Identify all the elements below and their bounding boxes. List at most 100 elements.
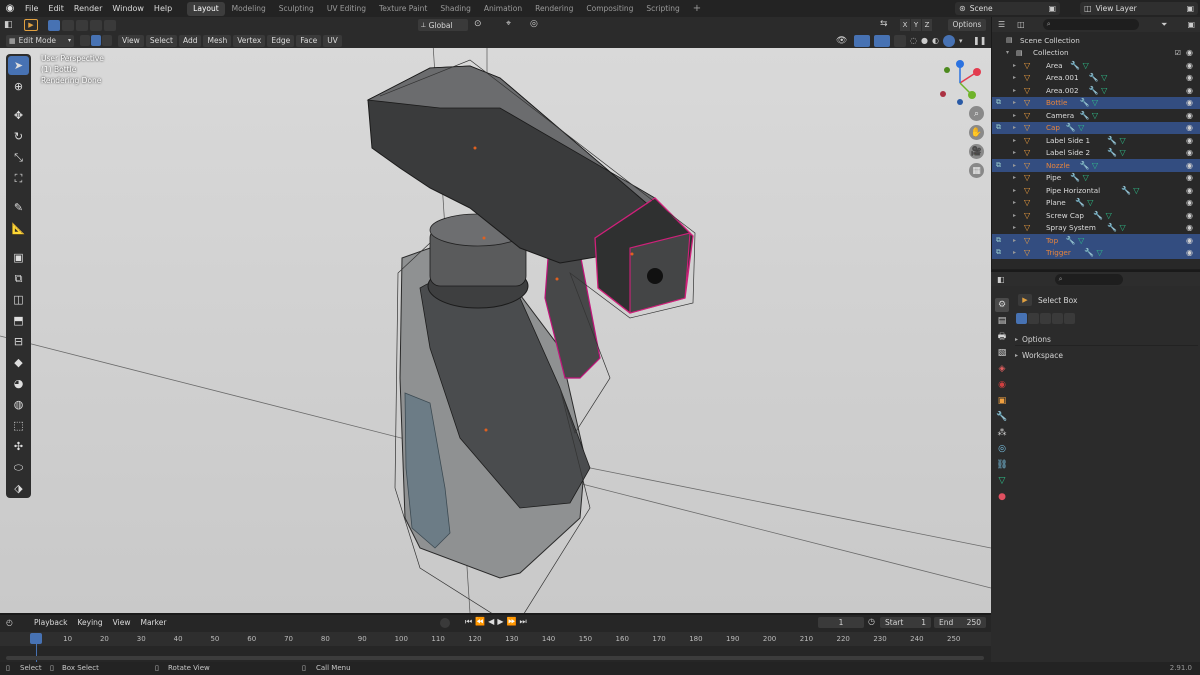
- expand-icon[interactable]: ▸: [1013, 99, 1016, 106]
- outliner-item[interactable]: ▸ ▽ Label Side 1 ◉ 🔧 ▽: [992, 134, 1200, 147]
- outliner-item[interactable]: ▸ ▽ Plane ◉ 🔧 ▽: [992, 197, 1200, 210]
- mode-invert-button[interactable]: [1052, 313, 1063, 324]
- edge-select-icon[interactable]: [91, 35, 101, 46]
- menu-render[interactable]: Render: [69, 0, 107, 17]
- copy-icon[interactable]: ▣: [1048, 4, 1056, 13]
- outliner-scene-collection[interactable]: ▤ Scene Collection: [992, 34, 1200, 47]
- xray-icon[interactable]: [894, 34, 906, 47]
- snap-icon[interactable]: ⌖: [506, 19, 511, 29]
- scene-tab-icon[interactable]: ◈: [995, 362, 1009, 376]
- view-layer-tab-icon[interactable]: ▧: [995, 346, 1009, 360]
- select-mode-intersect-icon[interactable]: [104, 19, 116, 31]
- annotate-tool[interactable]: ✎: [8, 198, 29, 217]
- edit-mode-toggle-icon[interactable]: ⧉: [996, 123, 1001, 132]
- select-box-tool-icon[interactable]: ▶: [24, 19, 38, 31]
- eye-icon[interactable]: ◉: [1186, 211, 1193, 220]
- shrink-fatten-tool[interactable]: ⬭: [8, 458, 29, 477]
- shading-solid-icon[interactable]: ●: [921, 36, 932, 45]
- expand-icon[interactable]: ▸: [1013, 162, 1016, 169]
- add-cube-tool[interactable]: ▣: [8, 248, 29, 267]
- expand-icon[interactable]: ▸: [1013, 224, 1016, 231]
- tab-shading[interactable]: Shading: [434, 2, 476, 16]
- options-dropdown[interactable]: Options: [948, 19, 986, 31]
- menu-vertex[interactable]: Vertex: [233, 34, 266, 47]
- copy-icon[interactable]: ▣: [1186, 4, 1194, 13]
- data-tab-icon[interactable]: ▽: [995, 474, 1009, 488]
- timeline-editor-icon[interactable]: ◴: [6, 618, 28, 627]
- playhead[interactable]: [30, 633, 42, 644]
- expand-icon[interactable]: ▸: [1013, 187, 1016, 194]
- constraints-tab-icon[interactable]: ⛓: [995, 458, 1009, 472]
- outliner-item[interactable]: ▸ ▽ Pipe Horizontal ◉ 🔧 ▽: [992, 184, 1200, 197]
- menu-keying[interactable]: Keying: [73, 617, 106, 629]
- expand-icon[interactable]: ▸: [1013, 149, 1016, 156]
- eye-icon[interactable]: ◉: [1186, 98, 1193, 107]
- visibility-icon[interactable]: 👁: [836, 36, 854, 46]
- tab-scripting[interactable]: Scripting: [640, 2, 685, 16]
- face-select-icon[interactable]: [102, 35, 112, 46]
- menu-mesh[interactable]: Mesh: [203, 34, 232, 47]
- scene-selector[interactable]: ⊛ Scene ▣: [955, 2, 1060, 15]
- checkbox-icon[interactable]: ☑: [1175, 49, 1181, 57]
- menu-view[interactable]: View: [118, 34, 144, 47]
- 3d-viewport[interactable]: User Perspective (1) Bottle Rendering Do…: [0, 48, 991, 613]
- navigation-gizmo[interactable]: [937, 60, 983, 106]
- outliner-item[interactable]: ▸ ▽ Screw Cap ◉ 🔧 ▽: [992, 209, 1200, 222]
- transform-orientation-dropdown[interactable]: ⟂ Global: [418, 19, 468, 31]
- outliner-collection[interactable]: ▾ ▤ Collection ☑ ◉: [992, 47, 1200, 60]
- render-tab-icon[interactable]: ▤: [995, 314, 1009, 328]
- eye-icon[interactable]: ◉: [1186, 86, 1193, 95]
- modifier-tab-icon[interactable]: 🔧: [995, 410, 1009, 424]
- shading-material-icon[interactable]: ◐: [932, 36, 943, 45]
- tab-rendering[interactable]: Rendering: [529, 2, 579, 16]
- transform-tool[interactable]: ⛶: [8, 169, 29, 188]
- eye-icon[interactable]: ◉: [1186, 148, 1193, 157]
- current-frame-field[interactable]: 1: [818, 617, 864, 628]
- expand-icon[interactable]: ▸: [1013, 174, 1016, 181]
- menu-edge[interactable]: Edge: [267, 34, 295, 47]
- shading-wireframe-icon[interactable]: ◌: [910, 36, 921, 45]
- outliner-item[interactable]: ▸ ▽ Area ◉ 🔧 ▽: [992, 59, 1200, 72]
- properties-editor-icon[interactable]: ◧: [997, 275, 1005, 284]
- add-workspace-button[interactable]: +: [687, 2, 707, 16]
- eye-icon[interactable]: ◉: [1186, 61, 1193, 70]
- expand-icon[interactable]: ▸: [1013, 62, 1016, 69]
- axis-x-toggle[interactable]: X: [900, 19, 910, 31]
- menu-add[interactable]: Add: [178, 34, 202, 47]
- gizmo-icon[interactable]: [854, 34, 870, 47]
- edge-slide-tool[interactable]: ✣: [8, 437, 29, 456]
- proportional-edit-icon[interactable]: ◎: [530, 19, 538, 29]
- mode-subtract-button[interactable]: [1040, 313, 1051, 324]
- play-reverse-icon[interactable]: ◀: [488, 617, 494, 627]
- expand-icon[interactable]: ▸: [1013, 137, 1016, 144]
- outliner-item[interactable]: ⧉ ▸ ▽ Nozzle ◉ 🔧 ▽: [992, 159, 1200, 172]
- menu-window[interactable]: Window: [107, 0, 149, 17]
- mode-extend-button[interactable]: [1028, 313, 1039, 324]
- tab-compositing[interactable]: Compositing: [580, 2, 639, 16]
- expand-icon[interactable]: ▸: [1013, 237, 1016, 244]
- tab-sculpting[interactable]: Sculpting: [273, 2, 320, 16]
- outliner-item[interactable]: ▸ ▽ Label Side 2 ◉ 🔧 ▽: [992, 147, 1200, 160]
- poly-build-tool[interactable]: ◕: [8, 374, 29, 393]
- edit-mode-toggle-icon[interactable]: ⧉: [996, 248, 1001, 257]
- start-frame-field[interactable]: Start 1: [880, 617, 931, 628]
- scale-tool[interactable]: ⤡: [8, 148, 29, 167]
- expand-icon[interactable]: ▸: [1013, 212, 1016, 219]
- mirror-icon[interactable]: ⇆: [880, 19, 888, 29]
- outliner-editor-icon[interactable]: ☰: [998, 20, 1005, 29]
- shading-rendered-icon[interactable]: [943, 34, 955, 47]
- tab-modeling[interactable]: Modeling: [226, 2, 272, 16]
- editor-type-icon[interactable]: ◧: [4, 20, 24, 30]
- spin-tool[interactable]: ◍: [8, 395, 29, 414]
- select-mode-subtract-icon[interactable]: [76, 19, 88, 31]
- filter-icon[interactable]: ⏷: [1161, 20, 1167, 30]
- shear-tool[interactable]: ⬗: [8, 479, 29, 498]
- tab-layout[interactable]: Layout: [187, 1, 225, 16]
- menu-help[interactable]: Help: [149, 0, 177, 17]
- filter-display-icon[interactable]: ◫: [1017, 20, 1025, 29]
- object-tab-icon[interactable]: ▣: [995, 394, 1009, 408]
- menu-marker[interactable]: Marker: [136, 617, 170, 629]
- outliner-item[interactable]: ▸ ▽ Spray System ◉ 🔧 ▽: [992, 222, 1200, 235]
- outliner-item[interactable]: ⧉ ▸ ▽ Cap ◉ 🔧 ▽: [992, 121, 1200, 134]
- knife-tool[interactable]: ◆: [8, 353, 29, 372]
